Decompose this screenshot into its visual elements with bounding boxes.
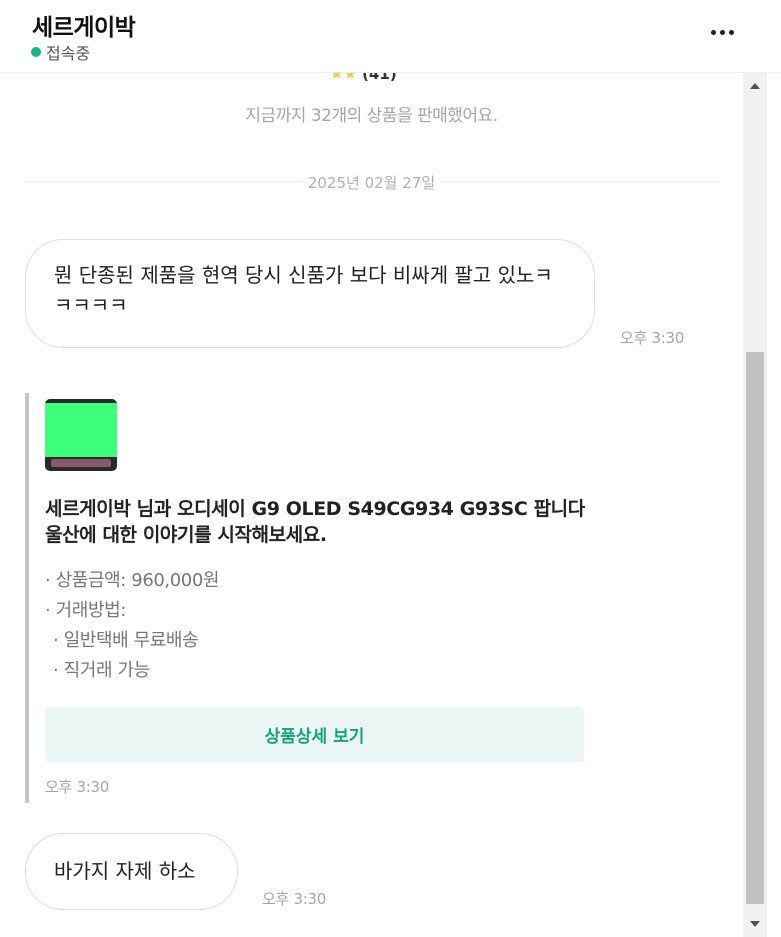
message-text: 바가지 자제 하소 [54,859,196,883]
scrollbar-thumb[interactable] [746,352,764,904]
online-status-label: 접속중 [46,44,91,63]
seller-rating-clipped: ★★ (41) [330,73,397,83]
scroll-up-arrow-icon[interactable] [750,83,760,89]
message-time: 오후 3:30 [45,778,109,796]
chat-partner-name: 세르게이박 [32,15,136,41]
chat-messages[interactable]: ★★ (41) 지금까지 32개의 상품을 판매했어요. 2025년 02월 2… [0,73,743,937]
product-card: 세르게이박 님과 오디세이 G9 OLED S49CG934 G93SC 팝니다… [25,393,595,803]
sold-count-text: 지금까지 32개의 상품을 판매했어요. [245,106,498,126]
scroll-down-arrow-icon[interactable] [750,921,760,927]
online-dot-icon [31,47,41,57]
message-bubble[interactable]: 뭔 단종된 제품을 현역 당시 신품가 보다 비싸게 팔고 있노ㅋㅋㅋㅋㅋ [25,239,595,348]
vertical-scrollbar[interactable] [743,73,767,937]
product-thumbnail[interactable] [45,399,117,471]
date-separator: 2025년 02월 27일 [0,172,743,193]
product-card-title: 세르게이박 님과 오디세이 G9 OLED S49CG934 G93SC 팝니다… [45,498,585,546]
product-info: · 상품금액: 960,000원 · 거래방법: · 일반택배 무료배송 · 직… [45,566,219,686]
star-icon: ★★ [330,73,357,83]
message-time: 오후 3:30 [620,329,684,347]
message-bubble[interactable]: 바가지 자제 하소 [25,833,238,910]
chat-header: 세르게이박 접속중 [0,0,781,73]
product-price: · 상품금액: 960,000원 [45,570,220,591]
more-options-icon[interactable] [700,18,744,46]
view-product-detail-button[interactable]: 상품상세 보기 [45,707,584,762]
online-status: 접속중 [31,40,90,64]
trade-method-direct: · 직거래 가능 [53,660,150,681]
date-label: 2025년 02월 27일 [301,174,442,192]
message-time: 오후 3:30 [262,890,326,908]
trade-method-label: · 거래방법: [45,600,126,621]
trade-method-delivery: · 일반택배 무료배송 [53,630,199,651]
message-text: 뭔 단종된 제품을 현역 당시 신품가 보다 비싸게 팔고 있노ㅋㅋㅋㅋㅋ [54,263,553,317]
